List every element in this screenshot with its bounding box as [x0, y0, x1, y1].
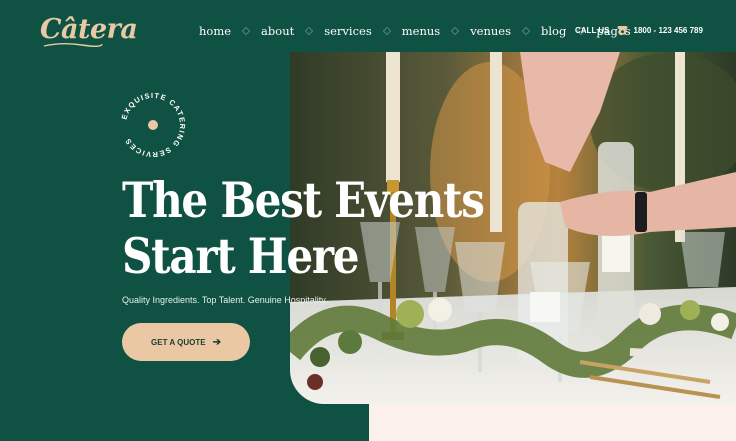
badge-dot — [148, 120, 158, 130]
arrow-right-icon: ➔ — [212, 336, 221, 348]
nav-item-about[interactable]: about — [261, 24, 294, 38]
brand-logo[interactable]: Câtera — [40, 14, 138, 45]
hero-subtitle: Quality Ingredients. Top Talent. Genuine… — [122, 295, 328, 305]
get-a-quote-button[interactable]: GET A QUOTE ➔ — [122, 323, 250, 361]
hero-title-line-1: The Best Events — [122, 171, 485, 229]
hero-title: The Best Events Start Here — [122, 171, 485, 285]
nav-separator — [372, 26, 402, 36]
main-nav: home about services menus venues blog pa… — [199, 22, 631, 40]
get-a-quote-label: GET A QUOTE — [151, 337, 206, 347]
nav-item-services[interactable]: services — [324, 24, 372, 38]
nav-separator — [294, 26, 324, 36]
call-us-label: CALL US — [575, 25, 610, 35]
nav-item-venues[interactable]: venues — [470, 24, 511, 38]
phone-icon — [617, 26, 628, 35]
logo-swash — [43, 43, 103, 47]
hero-title-line-2: Start Here — [122, 227, 360, 285]
call-us[interactable]: CALL US 1800 - 123 456 789 — [575, 25, 703, 35]
phone-number[interactable]: 1800 - 123 456 789 — [634, 26, 703, 35]
cream-panel — [369, 404, 736, 441]
nav-separator — [440, 26, 470, 36]
catering-badge: EXQUISITE CATERING SERVICES — [120, 91, 186, 159]
nav-separator — [511, 26, 541, 36]
nav-item-menus[interactable]: menus — [402, 24, 440, 38]
nav-item-blog[interactable]: blog — [541, 24, 566, 38]
nav-separator — [231, 26, 261, 36]
nav-item-home[interactable]: home — [199, 24, 231, 38]
